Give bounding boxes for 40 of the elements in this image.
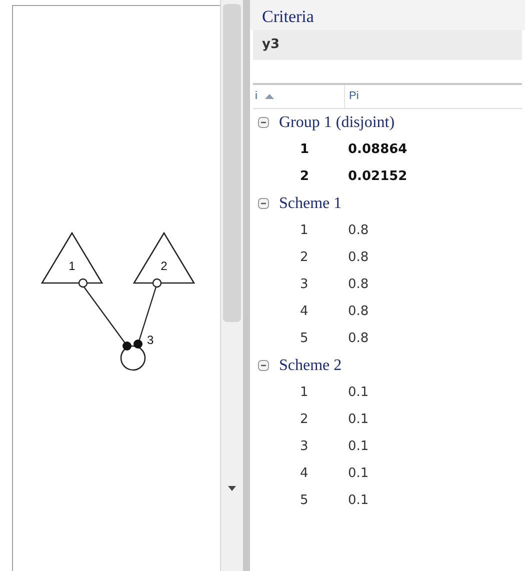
table-cell-text: 0.1 xyxy=(348,410,369,429)
table-cell-text: 1 xyxy=(299,222,310,240)
table-cell-text: 0.1 xyxy=(348,384,369,402)
table-cell-text: 5 xyxy=(299,330,310,348)
table-cell-text: 0.1 xyxy=(348,438,369,456)
table-cell-text: 2 xyxy=(299,248,310,267)
table-cell-text: 0.8 xyxy=(348,330,369,348)
column-header[interactable]: Pi xyxy=(345,85,522,108)
connection-dot xyxy=(134,340,142,348)
triangle-node: 1 xyxy=(40,232,104,284)
table-cell-text: 2 xyxy=(299,168,310,186)
scrollbar-thumb[interactable] xyxy=(223,4,241,322)
collapse-icon[interactable] xyxy=(258,198,269,209)
table-cell-text: 3 xyxy=(299,276,310,294)
collapse-icon[interactable] xyxy=(258,360,269,371)
column-header[interactable]: i xyxy=(253,85,345,108)
group-title: Scheme 2 xyxy=(279,356,342,376)
table-cell-text: 5 xyxy=(299,492,310,510)
group-title: Scheme 1 xyxy=(279,194,342,214)
connection-dot xyxy=(122,342,132,350)
table-cell-text: 4 xyxy=(299,464,310,483)
table-cell-text: 0.1 xyxy=(348,464,369,483)
table-cell-text: 0.1 xyxy=(348,492,369,510)
table-cell-text: 0.8 xyxy=(348,248,369,267)
table-cell-text: 0.8 xyxy=(348,302,369,321)
table-cell-text: 1 xyxy=(299,140,310,159)
collapse-icon[interactable] xyxy=(258,117,269,128)
table-cell-text: 0.02152 xyxy=(348,168,408,186)
scroll-down-icon[interactable] xyxy=(228,486,236,491)
table-cell-text: 0.08864 xyxy=(348,140,408,159)
table-cell-text: 0.8 xyxy=(348,222,369,240)
table-cell-text: 0.8 xyxy=(348,276,369,294)
triangle-node: 2 xyxy=(132,232,196,284)
group-title: Group 1 (disjoint) xyxy=(279,112,395,132)
table-cell-text: 4 xyxy=(299,302,310,321)
table-cell-text: 2 xyxy=(299,410,310,429)
table-cell-text: 1 xyxy=(299,384,310,402)
criteria-header: Criteria xyxy=(250,0,525,30)
table-cell-text: 3 xyxy=(299,438,310,456)
criteria-field[interactable]: y3 xyxy=(253,30,522,60)
